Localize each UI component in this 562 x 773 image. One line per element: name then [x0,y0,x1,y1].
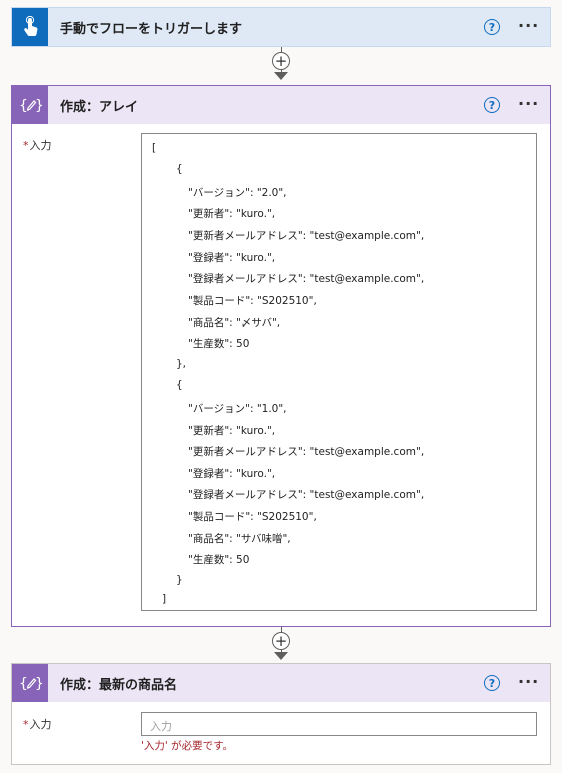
code-line: [ [152,142,157,154]
code-line: "更新者": "kuro.", [188,425,276,437]
help-icon[interactable]: ? [484,675,500,691]
code-line: "登録者メールアドレス": "test@example.com", [188,489,425,501]
arrow-down-icon [274,652,288,660]
trigger-title: 手動でフローをトリガーします [60,21,243,37]
trigger-icon-box [12,8,48,46]
code-line: "更新者メールアドレス": "test@example.com", [188,446,425,458]
arrow-down-icon [274,72,288,80]
help-icon[interactable]: ? [484,97,500,113]
input-placeholder: 入力 [150,720,172,733]
trigger-card[interactable]: 手動でフローをトリガーします ? ··· [11,7,551,47]
required-mark: * [23,139,29,152]
add-step-button[interactable]: + [272,52,290,70]
error-message: '入力' が必要です。 [141,740,234,752]
code-line: { [176,379,183,391]
code-line: "商品名": "〆サバ", [188,317,281,329]
code-line: "バージョン": "1.0", [188,403,287,415]
input-label: *入力 [23,137,52,153]
code-line: "製品コード": "S202510", [188,511,317,523]
input-editor[interactable]: [ { "バージョン": "2.0", "更新者": "kuro.", "更新者… [141,133,537,611]
code-line: "バージョン": "2.0", [188,187,287,199]
required-mark: * [23,718,29,731]
compose-latest-title: 作成：最新の商品名 [60,677,178,693]
code-line: "登録者メールアドレス": "test@example.com", [188,273,425,285]
code-line: "登録者": "kuro.", [188,252,276,264]
input-label-text: 入力 [29,718,52,731]
code-line: }, [176,358,187,370]
svg-text:{: { [19,676,28,692]
svg-text:}: } [35,676,42,692]
code-line: "製品コード": "S202510", [188,295,317,307]
svg-text:{: { [19,98,28,114]
compose-icon-box: { } [12,664,48,702]
hand-touch-icon [24,16,38,36]
code-line: "生産数": 50 [188,554,250,566]
svg-text:}: } [35,98,42,114]
input-label: *入力 [23,716,52,732]
input-label-text: 入力 [29,139,52,152]
add-step-button[interactable]: + [272,632,290,650]
more-options-button[interactable]: ··· [518,672,539,691]
more-options-button[interactable]: ··· [518,16,539,35]
input-field[interactable]: 入力 [141,712,537,736]
compose-icon-box: { } [12,86,48,124]
code-line: ] [162,593,167,605]
compose-icon: { } [19,676,42,692]
more-options-button[interactable]: ··· [518,94,539,113]
compose-array-card[interactable]: { } 作成：アレイ ? ··· *入力 [ { "バージョン": "2.0",… [11,85,551,627]
code-line: } [176,574,183,586]
compose-array-title: 作成：アレイ [60,99,139,115]
code-line: "登録者": "kuro.", [188,468,276,480]
code-line: "生産数": 50 [188,338,250,350]
help-icon[interactable]: ? [484,19,500,35]
code-line: "商品名": "サバ味噌", [188,533,291,545]
code-line: "更新者": "kuro.", [188,208,276,220]
compose-latest-card[interactable]: { } 作成：最新の商品名 ? ··· *入力 入力 '入力' が必要です。 [11,663,551,765]
code-line: { [176,163,183,175]
code-line: "更新者メールアドレス": "test@example.com", [188,230,425,242]
compose-icon: { } [19,98,42,114]
